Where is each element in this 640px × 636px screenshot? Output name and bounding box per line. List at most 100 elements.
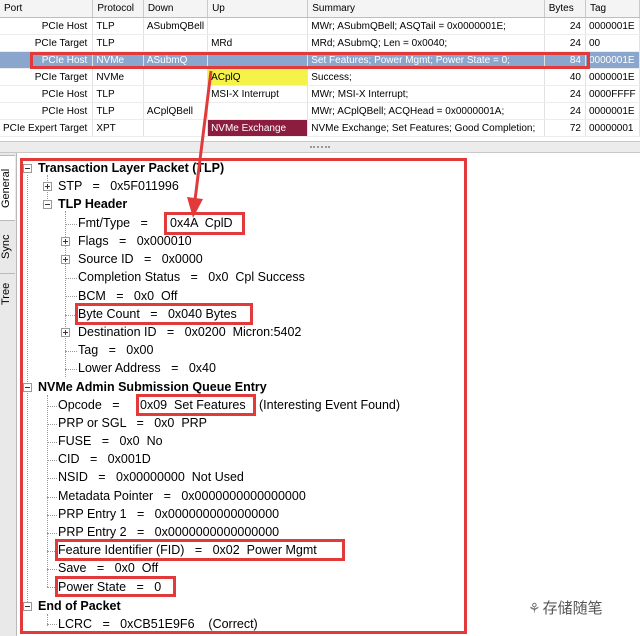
grid-header-row: Port Protocol Down Up Summary Bytes Tag — [0, 0, 640, 18]
tree-connector — [47, 569, 57, 570]
tree-field-flags[interactable]: Flags = 0x000010 — [78, 232, 192, 250]
table-row[interactable]: PCIe Expert Target XPT NVMe Exchange NVM… — [0, 119, 640, 137]
cell-protocol: TLP — [92, 17, 144, 35]
decode-tree[interactable]: Transaction Layer Packet (TLP) STP = 0x5… — [17, 153, 640, 636]
tree-field-cid[interactable]: CID = 0x001D — [58, 450, 151, 468]
tree-connector — [65, 211, 66, 377]
cell-up — [207, 51, 309, 69]
cell-tag: 0000001E — [585, 68, 640, 86]
table-row[interactable]: PCIe Host TLP ASubmQBell MWr; ASubmQBell… — [0, 17, 640, 35]
tree-connector — [47, 587, 57, 588]
collapse-end-of-packet-toggle[interactable] — [23, 602, 32, 611]
tree-field-source-id[interactable]: Source ID = 0x0000 — [78, 250, 203, 268]
column-header-port[interactable]: Port — [0, 0, 94, 18]
expand-flags-toggle[interactable] — [61, 237, 70, 246]
cell-port: PCIe Target — [0, 34, 94, 52]
column-header-protocol[interactable]: Protocol — [92, 0, 144, 18]
expand-stp-toggle[interactable] — [43, 182, 52, 191]
table-row[interactable]: PCIe Host TLP ACplQBell MWr; ACplQBell; … — [0, 102, 640, 120]
tree-field-prp-entry-2[interactable]: PRP Entry 2 = 0x0000000000000000 — [58, 523, 279, 541]
pane-splitter[interactable] — [0, 141, 640, 153]
opcode-note: (Interesting Event Found) — [259, 398, 401, 412]
table-row[interactable]: PCIe Host TLP MSI-X Interrupt MWr; MSI-X… — [0, 85, 640, 103]
cell-bytes: 40 — [544, 68, 586, 86]
tree-connector — [47, 515, 57, 516]
cell-bytes: 84 — [544, 51, 586, 69]
watermark-text: 存储随笔 — [542, 600, 603, 617]
expand-destination-id-toggle[interactable] — [61, 328, 70, 337]
cell-tag: 00000001 — [585, 119, 640, 137]
tree-connector — [47, 406, 57, 407]
cell-tag: 0000001E — [585, 51, 640, 69]
tree-node-nvme-admin-sqe[interactable]: NVMe Admin Submission Queue Entry — [38, 378, 267, 396]
tree-field-lcrc[interactable]: LCRC = 0xCB51E9F6 (Correct) — [58, 615, 258, 633]
splitter-grip — [310, 146, 330, 148]
tree-field-prp-entry-1[interactable]: PRP Entry 1 = 0x0000000000000000 — [58, 505, 279, 523]
cell-bytes: 24 — [544, 34, 586, 52]
opcode-label: Opcode = — [58, 398, 120, 412]
column-header-tag[interactable]: Tag — [585, 0, 640, 18]
collapse-nvme-toggle[interactable] — [23, 383, 32, 392]
column-header-down[interactable]: Down — [143, 0, 209, 18]
cell-summary: MRd; ASubmQ; Len = 0x0040; — [307, 34, 545, 52]
tree-field-completion-status[interactable]: Completion Status = 0x0 Cpl Success — [78, 268, 305, 286]
tree-field-byte-count[interactable]: Byte Count = 0x040 Bytes — [78, 305, 237, 323]
tree-field-bcm[interactable]: BCM = 0x0 Off — [78, 287, 177, 305]
cell-protocol: TLP — [92, 102, 144, 120]
opcode-value: 0x09 Set Features — [140, 398, 246, 412]
tree-field-save[interactable]: Save = 0x0 Off — [58, 559, 158, 577]
column-header-up[interactable]: Up — [207, 0, 309, 18]
tree-field-fuse[interactable]: FUSE = 0x0 No — [58, 432, 163, 450]
cell-bytes: 24 — [544, 102, 586, 120]
tree-field-nsid[interactable]: NSID = 0x00000000 Not Used — [58, 468, 244, 486]
tree-field-power-state[interactable]: Power State = 0 — [58, 578, 161, 596]
tree-field-opcode[interactable]: Opcode = 0x09 Set Features (Interesting Ev… — [58, 396, 400, 414]
tree-field-prp-or-sgl[interactable]: PRP or SGL = 0x0 PRP — [58, 414, 207, 432]
table-row[interactable]: PCIe Target TLP MRd MRd; ASubmQ; Len = 0… — [0, 34, 640, 52]
expand-source-id-toggle[interactable] — [61, 255, 70, 264]
cell-protocol: TLP — [92, 85, 144, 103]
transaction-grid[interactable]: Port Protocol Down Up Summary Bytes Tag … — [0, 0, 640, 141]
tab-sync[interactable]: Sync — [0, 220, 15, 273]
table-row-selected[interactable]: PCIe Host NVMe ASubmQ Set Features; Powe… — [0, 51, 640, 69]
tree-connector — [65, 315, 77, 316]
tree-connector — [47, 460, 57, 461]
cell-summary: NVMe Exchange; Set Features; Good Comple… — [307, 119, 545, 137]
cell-up: MSI-X Interrupt — [207, 85, 309, 103]
cell-bytes: 24 — [544, 17, 586, 35]
collapse-tlp-toggle[interactable] — [23, 164, 32, 173]
tree-connector — [65, 296, 77, 297]
fmt-type-label: Fmt/Type = — [78, 216, 148, 230]
tree-node-end-of-packet[interactable]: End of Packet — [38, 597, 121, 615]
table-row[interactable]: PCIe Target NVMe ACplQ Success; 40 00000… — [0, 68, 640, 86]
tree-field-lower-address[interactable]: Lower Address = 0x40 — [78, 359, 216, 377]
tree-connector — [47, 424, 57, 425]
collapse-tlp-header-toggle[interactable] — [43, 200, 52, 209]
cell-tag: 0000001E — [585, 17, 640, 35]
cell-up — [207, 17, 309, 35]
cell-port: PCIe Host — [0, 51, 94, 69]
tree-field-tag[interactable]: Tag = 0x00 — [78, 341, 153, 359]
tree-field-metadata-pointer[interactable]: Metadata Pointer = 0x0000000000000000 — [58, 487, 306, 505]
tree-field-stp[interactable]: STP = 0x5F011996 — [58, 177, 179, 195]
cell-bytes: 24 — [544, 85, 586, 103]
tree-node-tlp-header[interactable]: TLP Header — [58, 195, 127, 213]
cell-summary: MWr; ACplQBell; ACQHead = 0x0000001A; — [307, 102, 545, 120]
cell-down: ACplQBell — [143, 102, 209, 120]
tree-field-fmt-type[interactable]: Fmt/Type = 0x4A CplD — [78, 214, 233, 232]
column-header-bytes[interactable]: Bytes — [544, 0, 586, 18]
cell-port: PCIe Target — [0, 68, 94, 86]
tree-field-feature-identifier[interactable]: Feature Identifier (FID) = 0x02 Power Mg… — [58, 541, 317, 559]
tab-tree[interactable]: Tree — [0, 273, 15, 314]
tree-field-destination-id[interactable]: Destination ID = 0x0200 Micron:5402 — [78, 323, 301, 341]
cell-down: ASubmQBell — [143, 17, 209, 35]
tab-general[interactable]: General — [0, 155, 15, 220]
tree-node-tlp[interactable]: Transaction Layer Packet (TLP) — [38, 159, 224, 177]
side-tab-strip: General Sync Tree — [0, 153, 17, 636]
cell-up: MRd — [207, 34, 309, 52]
tree-connector — [65, 278, 77, 279]
tree-connector — [47, 533, 57, 534]
column-header-summary[interactable]: Summary — [307, 0, 545, 18]
cell-down — [143, 119, 209, 137]
cell-summary: Set Features; Power Mgmt; Power State = … — [307, 51, 545, 69]
